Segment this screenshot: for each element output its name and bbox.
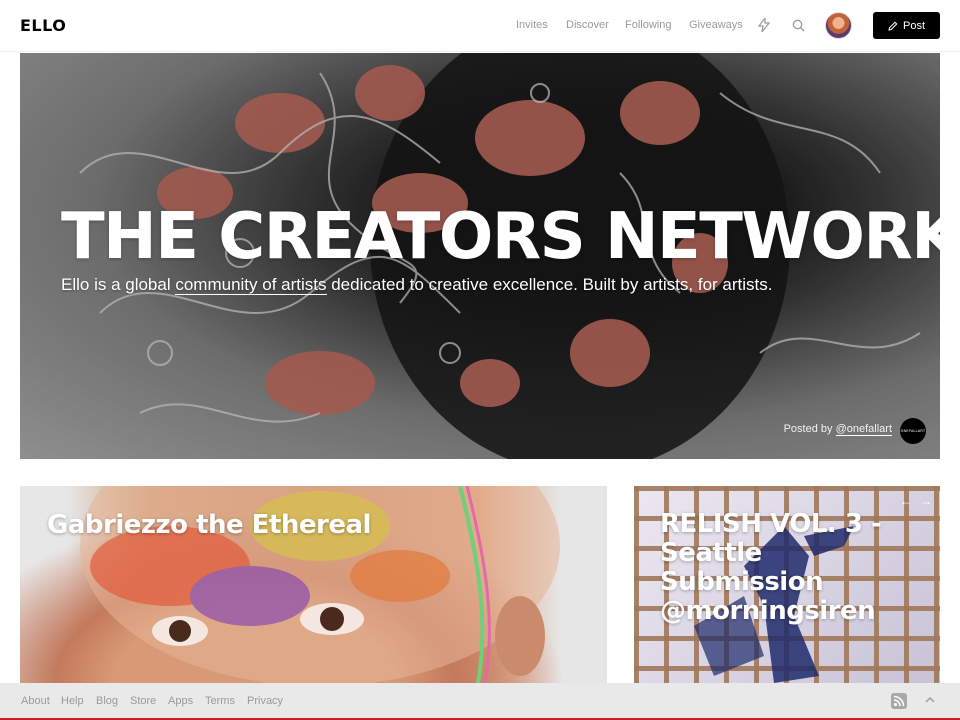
nav-discover[interactable]: Discover [566,19,609,31]
rss-icon[interactable] [891,693,907,709]
footer-terms[interactable]: Terms [205,695,235,707]
top-nav: ELLO Invites Discover Following Giveaway… [0,0,960,52]
hero-subtitle: Ello is a global community of artists de… [61,275,772,295]
footer: About Help Blog Store Apps Terms Privacy [0,683,960,720]
post-button-label: Post [902,19,925,32]
hero-banner[interactable]: THE CREATORS NETWORK Ello is a global co… [20,53,940,459]
card-title: RELISH VOL. 3 - Seattle Submission @morn… [660,509,882,626]
pencil-icon [888,21,898,31]
nav-giveaways[interactable]: Giveaways [689,19,743,31]
nav-following[interactable]: Following [625,19,671,31]
community-of-artists-link[interactable]: community of artists [175,275,327,295]
featured-card-relish[interactable]: ← → RELISH VOL. 3 - Seattle Submission @… [634,486,940,683]
carousel-prev-arrow[interactable]: ← [899,494,913,508]
posted-by: Posted by @onefallart [783,423,892,436]
user-avatar[interactable] [825,12,852,39]
hero-title: THE CREATORS NETWORK [61,200,940,274]
featured-card-gabriezzo[interactable]: Gabriezzo the Ethereal [20,486,607,683]
posted-by-handle[interactable]: @onefallart [835,423,892,436]
footer-apps[interactable]: Apps [168,695,193,707]
hero-subtitle-suffix: dedicated to creative excellence. Built … [326,275,773,294]
footer-privacy[interactable]: Privacy [247,695,283,707]
chevron-up-icon[interactable] [923,693,937,707]
post-button[interactable]: Post [873,12,940,39]
hero-subtitle-prefix: Ello is a global [61,275,176,294]
artist-avatar[interactable]: ONEFALLART [900,418,926,444]
footer-about[interactable]: About [21,695,50,707]
footer-store[interactable]: Store [130,695,156,707]
footer-help[interactable]: Help [61,695,84,707]
search-icon[interactable] [789,16,807,34]
carousel-next-arrow[interactable]: → [919,494,933,508]
card-title: Gabriezzo the Ethereal [47,510,371,540]
footer-blog[interactable]: Blog [96,695,118,707]
posted-by-label: Posted by [783,423,833,435]
lightning-icon[interactable] [755,16,773,34]
nav-invites[interactable]: Invites [516,19,548,31]
ello-logo[interactable]: ELLO [20,16,66,35]
